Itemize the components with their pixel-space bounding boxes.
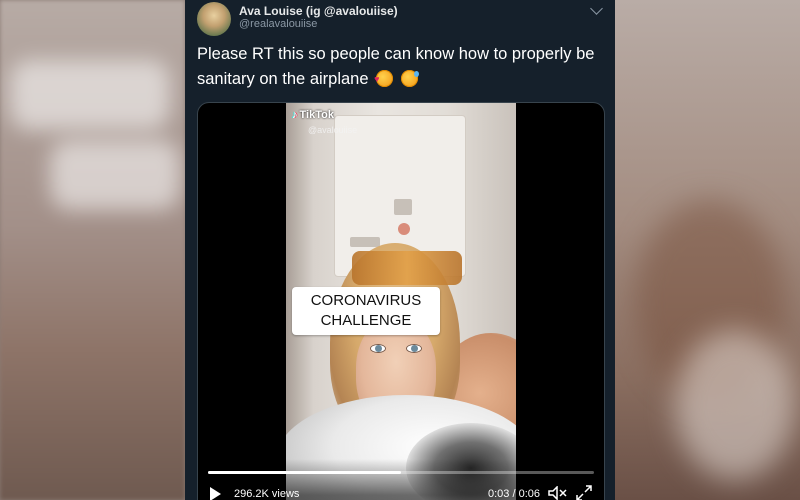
video-player[interactable]: ♪ TikTok @avalouiise CORONAVIRUS CHALLENG… bbox=[197, 102, 605, 500]
video-frame[interactable]: ♪ TikTok @avalouiise CORONAVIRUS CHALLENG… bbox=[286, 103, 516, 500]
play-icon[interactable] bbox=[210, 487, 221, 500]
user-handle[interactable]: @realavalouiise bbox=[239, 18, 317, 30]
smiling-face-with-hearts-icon bbox=[374, 67, 394, 92]
eye bbox=[406, 344, 422, 353]
tiktok-note-icon: ♪ bbox=[292, 109, 298, 121]
progress-bar[interactable] bbox=[208, 471, 594, 474]
display-name[interactable]: Ava Louise (ig @avalouiise) bbox=[239, 4, 398, 18]
tweet-body: Please RT this so people can know how to… bbox=[197, 45, 595, 88]
view-count: 296.2K views bbox=[234, 488, 300, 500]
avatar[interactable] bbox=[197, 2, 231, 36]
tiktok-username: @avalouiise bbox=[308, 125, 358, 135]
tweet-card: Ava Louise (ig @avalouiise) @realavaloui… bbox=[185, 0, 615, 500]
tiktok-brand: TikTok bbox=[299, 109, 334, 121]
blurred-background-right bbox=[615, 0, 800, 500]
progress-fill bbox=[208, 471, 401, 474]
sunglasses bbox=[352, 251, 462, 285]
chevron-down-icon[interactable] bbox=[590, 2, 603, 15]
grinning-sweat-icon bbox=[400, 70, 419, 87]
wall-sign bbox=[398, 223, 410, 235]
time-display: 0:03 / 0:06 bbox=[488, 488, 540, 500]
tweet-text: Please RT this so people can know how to… bbox=[197, 42, 607, 92]
wall-sign bbox=[394, 199, 412, 215]
fullscreen-icon[interactable] bbox=[576, 485, 592, 500]
wall-sign bbox=[350, 237, 380, 247]
mute-icon[interactable] bbox=[548, 486, 568, 500]
tiktok-logo: ♪ TikTok bbox=[292, 109, 334, 121]
blurred-background-left bbox=[0, 0, 185, 500]
video-caption: CORONAVIRUS CHALLENGE bbox=[292, 287, 440, 335]
eye bbox=[370, 344, 386, 353]
